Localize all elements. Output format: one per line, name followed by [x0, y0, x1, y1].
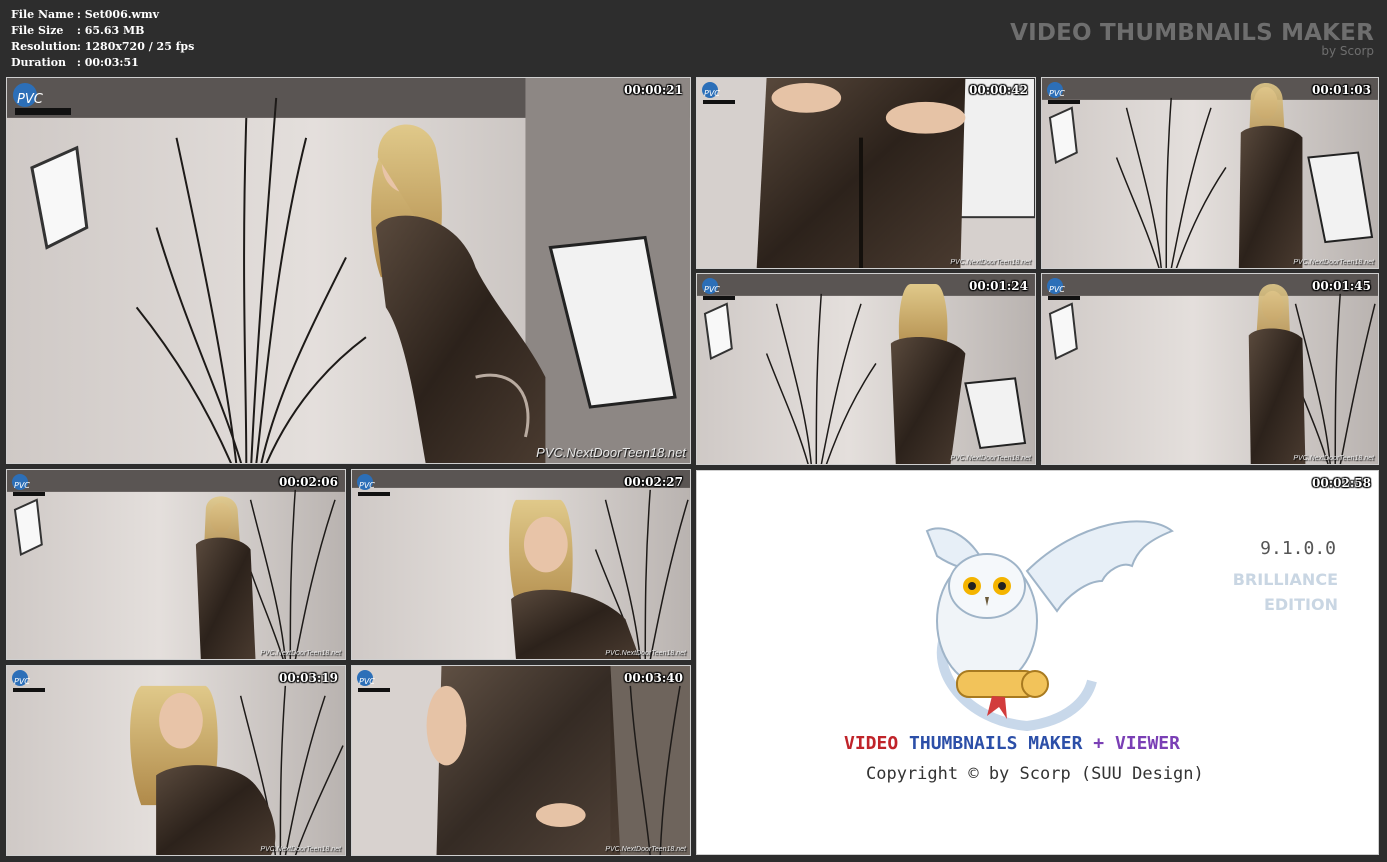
timestamp: 00:00:21 — [624, 83, 683, 97]
thumbnail-2[interactable]: PVC 00:00:42 PVC.NextDoorTeen18.net — [696, 77, 1036, 269]
pvc-logo-icon: PVC — [702, 278, 735, 300]
owl-mascot-icon — [925, 520, 1174, 731]
svg-text:PVC: PVC — [359, 677, 375, 686]
copyright-text: Copyright © by Scorp (SUU Design) — [866, 764, 1204, 784]
svg-text:PVC: PVC — [359, 481, 375, 490]
thumbnail-4-image — [697, 274, 1035, 464]
svg-text:PVC: PVC — [14, 677, 30, 686]
svg-text:PVC: PVC — [14, 481, 30, 490]
timestamp: 00:02:58 — [1312, 476, 1371, 490]
pvc-logo-icon: PVC — [357, 474, 390, 496]
about-splash-thumbnail[interactable]: 9.1.0.0 BRILLIANCE EDITION VIDEO THUMBNA… — [696, 470, 1379, 855]
thumbnail-2-image — [697, 78, 1035, 268]
file-name-row: File Name : Set006.wmv — [11, 7, 194, 23]
brand-title: VIDEO THUMBNAILS MAKER — [1010, 20, 1374, 46]
thumbnail-5[interactable]: PVC 00:01:45 PVC.NextDoorTeen18.net — [1041, 273, 1379, 465]
thumbnail-1-image — [7, 78, 690, 463]
app-name: VIDEO THUMBNAILS MAKER + VIEWER — [844, 733, 1180, 754]
timestamp: 00:00:42 — [969, 83, 1028, 97]
file-size-label: File Size — [11, 24, 64, 37]
edition-line-1: BRILLIANCE — [1232, 570, 1338, 589]
edition-line-2: EDITION — [1263, 595, 1338, 614]
pvc-logo-icon: PVC — [12, 474, 45, 496]
watermark: PVC.NextDoorTeen18.net — [605, 846, 686, 853]
edition-label: BRILLIANCE EDITION — [1233, 567, 1338, 617]
watermark: PVC.NextDoorTeen18.net — [605, 650, 686, 657]
duration-label: Duration — [11, 56, 67, 69]
timestamp: 00:01:24 — [969, 279, 1028, 293]
file-size-value: : 65.63 MB — [76, 24, 145, 37]
pvc-logo-icon: PVC — [1047, 82, 1080, 104]
resolution-row: Resolution : 1280x720 / 25 fps — [11, 39, 194, 55]
pvc-logo-icon: PVC — [1047, 278, 1080, 300]
watermark: PVC.NextDoorTeen18.net — [1293, 455, 1374, 462]
thumbnail-9[interactable]: PVC 00:03:40 PVC.NextDoorTeen18.net — [351, 665, 691, 856]
app-name-part-2: THUMBNAILS MAKER — [909, 733, 1083, 754]
thumbnail-7[interactable]: PVC 00:02:27 PVC.NextDoorTeen18.net — [351, 469, 691, 660]
svg-text:PVC: PVC — [704, 285, 720, 294]
pvc-logo-icon: PVC — [12, 670, 45, 692]
brand-subtitle: by Scorp — [1321, 44, 1374, 58]
duration-row: Duration : 00:03:51 — [11, 55, 194, 71]
thumbnail-6[interactable]: PVC 00:02:06 PVC.NextDoorTeen18.net — [6, 469, 346, 660]
watermark: PVC.NextDoorTeen18.net — [260, 846, 341, 853]
thumbnail-9-image — [352, 666, 690, 855]
resolution-label: Resolution — [11, 40, 78, 53]
timestamp: 00:01:03 — [1312, 83, 1371, 97]
watermark: PVC.NextDoorTeen18.net — [950, 455, 1031, 462]
svg-text:PVC: PVC — [704, 89, 720, 98]
svg-text:PVC: PVC — [1049, 285, 1065, 294]
watermark: PVC.NextDoorTeen18.net — [950, 259, 1031, 266]
thumbnail-3[interactable]: PVC 00:01:03 PVC.NextDoorTeen18.net — [1041, 77, 1379, 269]
thumbnail-6-image — [7, 470, 345, 659]
svg-text:PVC: PVC — [1049, 89, 1065, 98]
pvc-logo-icon: PVC — [357, 670, 390, 692]
watermark: PVC.NextDoorTeen18.net — [260, 650, 341, 657]
timestamp: 00:03:19 — [279, 671, 338, 685]
svg-text:PVC: PVC — [17, 92, 44, 107]
thumbnail-3-image — [1042, 78, 1378, 268]
resolution-value: : 1280x720 / 25 fps — [76, 40, 195, 53]
version-number: 9.1.0.0 — [1260, 538, 1336, 559]
timestamp: 00:01:45 — [1312, 279, 1371, 293]
file-info-panel: File Name : Set006.wmv File Size : 65.63… — [11, 7, 194, 71]
thumbnail-8-image — [7, 666, 345, 855]
file-name-value: : Set006.wmv — [76, 8, 160, 21]
pvc-logo-icon: PVC — [13, 83, 71, 115]
thumbnail-4[interactable]: PVC 00:01:24 PVC.NextDoorTeen18.net — [696, 273, 1036, 465]
duration-value: : 00:03:51 — [76, 56, 139, 69]
thumbnail-8[interactable]: PVC 00:03:19 PVC.NextDoorTeen18.net — [6, 665, 346, 856]
thumbnail-5-image — [1042, 274, 1378, 464]
timestamp: 00:03:40 — [624, 671, 683, 685]
timestamp: 00:02:06 — [279, 475, 338, 489]
brand-header: VIDEO THUMBNAILS MAKER by Scorp — [1010, 20, 1374, 57]
app-name-part-1: VIDEO — [844, 733, 899, 754]
watermark: PVC.NextDoorTeen18.net — [536, 445, 686, 460]
file-size-row: File Size : 65.63 MB — [11, 23, 194, 39]
thumbnail-1[interactable]: PVC 00:00:21 PVC.NextDoorTeen18.net — [6, 77, 691, 464]
app-name-part-3: + VIEWER — [1093, 733, 1180, 754]
file-name-label: File Name — [11, 8, 74, 21]
pvc-logo-icon: PVC — [702, 82, 735, 104]
watermark: PVC.NextDoorTeen18.net — [1293, 259, 1374, 266]
timestamp: 00:02:27 — [624, 475, 683, 489]
thumbnail-7-image — [352, 470, 690, 659]
